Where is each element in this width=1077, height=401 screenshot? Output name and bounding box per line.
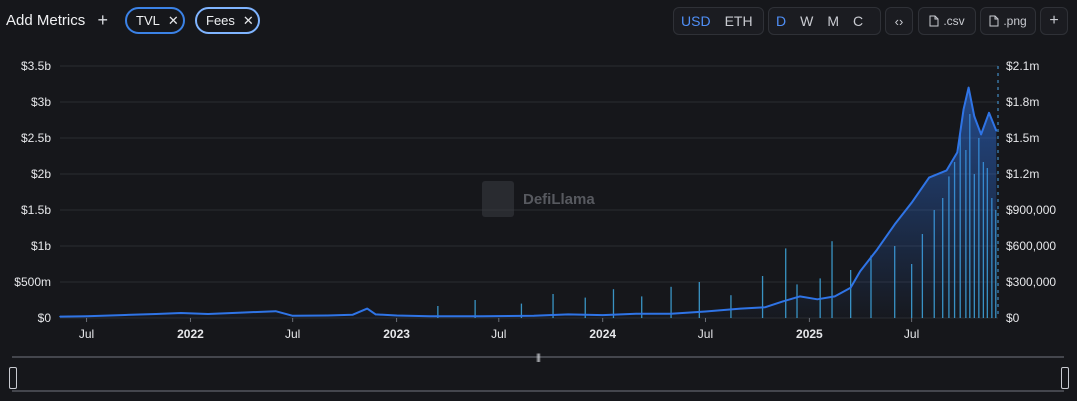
tvl-point bbox=[764, 306, 767, 309]
tvl-point bbox=[207, 313, 209, 315]
tvl-point bbox=[291, 315, 294, 317]
tvl-point bbox=[395, 314, 398, 317]
x-tick-label: 2022 bbox=[177, 327, 204, 341]
tvl-point bbox=[910, 202, 913, 204]
tvl-point bbox=[635, 312, 638, 315]
tvl-point bbox=[973, 115, 976, 118]
tvl-fees-chart[interactable]: DefiLlama $0 $500m $1b $1.5b $2b $2.5b $3b $3.5… bbox=[0, 0, 1077, 350]
tvl-point bbox=[374, 313, 377, 316]
tvl-point bbox=[967, 86, 970, 89]
tvl-point bbox=[240, 311, 243, 314]
y-right-tick-label: $2.1m bbox=[1006, 59, 1039, 73]
y-left-tick-label: $1b bbox=[31, 239, 51, 253]
tvl-point bbox=[956, 151, 959, 154]
tvl-point bbox=[962, 108, 965, 110]
tvl-point bbox=[816, 298, 819, 301]
y-left-tick-label: $3.5b bbox=[21, 59, 51, 73]
brush-handle-left[interactable] bbox=[9, 367, 17, 389]
y-left-tick-label: $3b bbox=[31, 95, 51, 109]
tvl-point bbox=[326, 314, 329, 317]
x-tick-label: Jul bbox=[904, 327, 919, 341]
llama-logo-icon bbox=[482, 181, 514, 217]
grip-icon[interactable]: ||| bbox=[536, 352, 541, 362]
tvl-point bbox=[481, 315, 483, 318]
y-right-tick-label: $600,000 bbox=[1006, 239, 1056, 253]
x-tick-label: 2023 bbox=[383, 327, 410, 341]
tvl-point bbox=[995, 130, 998, 132]
y-left-tick-label: $0 bbox=[38, 311, 52, 325]
tvl-point bbox=[366, 307, 369, 310]
x-tick-label: Jul bbox=[79, 327, 94, 341]
tvl-point bbox=[988, 112, 990, 114]
tvl-point bbox=[893, 223, 896, 226]
range-brush[interactable]: ||| bbox=[12, 352, 1064, 392]
y-right-tick-label: $1.5m bbox=[1006, 131, 1039, 145]
y-left-tick-label: $1.5b bbox=[21, 203, 51, 217]
x-tick-label: Jul bbox=[698, 327, 713, 341]
y-right-tick-label: $0 bbox=[1006, 311, 1020, 325]
x-tick-label: Jul bbox=[491, 327, 506, 341]
tvl-point bbox=[429, 315, 431, 318]
tvl-point bbox=[704, 310, 707, 313]
tvl-point bbox=[180, 312, 182, 314]
y-left-tick-label: $500m bbox=[14, 275, 51, 289]
tvl-point bbox=[739, 307, 742, 310]
tvl-point bbox=[859, 270, 862, 273]
tvl-point bbox=[782, 300, 784, 303]
tvl-point bbox=[928, 176, 930, 179]
y-right-tick-label: $300,000 bbox=[1006, 275, 1056, 289]
tvl-point bbox=[567, 313, 570, 316]
x-tick-label: Jul bbox=[285, 327, 300, 341]
y-right-tick-label: $1.8m bbox=[1006, 95, 1039, 109]
y-left-tick-label: $2b bbox=[31, 167, 51, 181]
y-right-tick-label: $1.2m bbox=[1006, 167, 1039, 181]
y-right-tick-label: $900,000 bbox=[1006, 203, 1056, 217]
tvl-point bbox=[945, 169, 948, 172]
tvl-point bbox=[120, 314, 123, 316]
tvl-point bbox=[351, 313, 354, 316]
tvl-point bbox=[670, 312, 672, 315]
tvl-point bbox=[833, 295, 836, 298]
x-tick-label: 2025 bbox=[796, 327, 823, 341]
watermark-text: DefiLlama bbox=[523, 191, 595, 208]
tvl-point bbox=[85, 315, 88, 318]
defillama-watermark: DefiLlama bbox=[482, 181, 595, 217]
tvl-point bbox=[155, 313, 157, 315]
tvl-point bbox=[274, 310, 277, 312]
tvl-point bbox=[876, 248, 878, 251]
tvl-point bbox=[601, 314, 604, 316]
x-tick-label: 2024 bbox=[589, 327, 616, 341]
tvl-point bbox=[798, 295, 801, 298]
y-left-tick-label: $2.5b bbox=[21, 131, 51, 145]
tvl-point bbox=[533, 315, 535, 317]
tvl-point bbox=[59, 315, 61, 318]
tvl-point bbox=[980, 133, 982, 136]
brush-handle-right[interactable] bbox=[1061, 367, 1069, 389]
tvl-point bbox=[849, 286, 852, 289]
